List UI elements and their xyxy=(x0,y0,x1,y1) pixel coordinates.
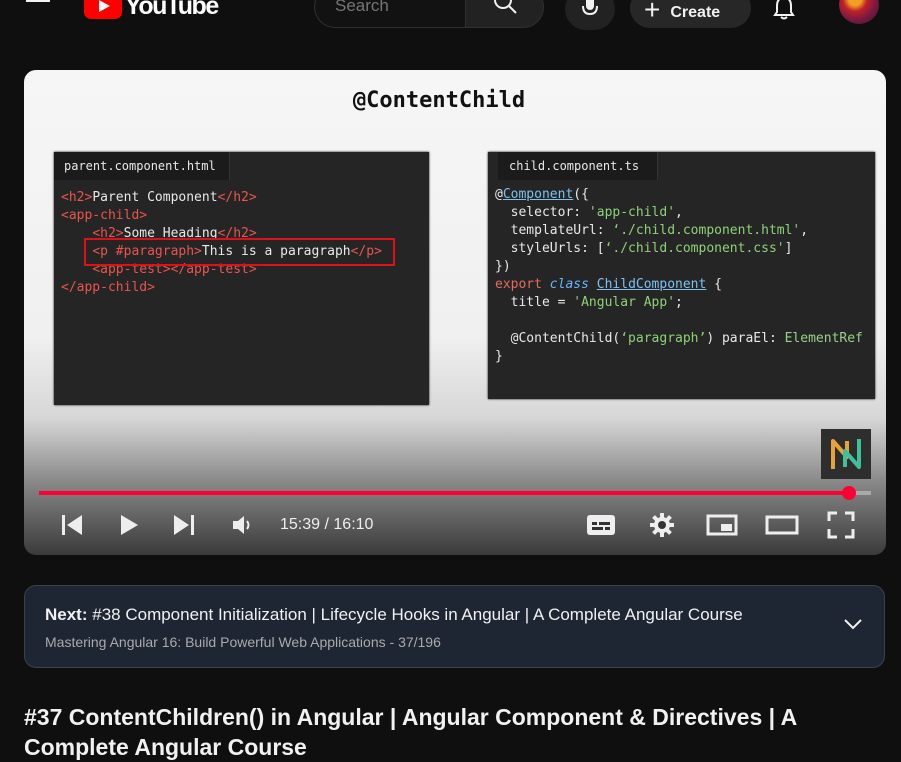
volume-icon[interactable] xyxy=(227,507,257,543)
theater-mode-icon[interactable] xyxy=(764,507,800,543)
next-icon[interactable] xyxy=(168,507,200,543)
miniplayer-icon[interactable] xyxy=(704,507,740,543)
slide-title: @ContentChild xyxy=(352,88,526,113)
settings-gear-icon[interactable] xyxy=(645,507,679,543)
child-code-panel: child.component.ts @Component({ selector… xyxy=(488,152,875,399)
parent-code-panel: parent.component.html <h2>Parent Compone… xyxy=(54,152,429,405)
top-bar: YouTube + Create xyxy=(0,0,901,30)
previous-icon[interactable] xyxy=(56,507,88,543)
progress-bar[interactable] xyxy=(39,486,871,500)
create-label: Create xyxy=(670,4,721,21)
logo-text: YouTube xyxy=(125,0,219,20)
voice-search-button[interactable] xyxy=(565,0,615,30)
fullscreen-icon[interactable] xyxy=(824,507,858,543)
plus-icon: + xyxy=(644,0,661,25)
time-display: 15:39 / 16:10 xyxy=(280,516,373,534)
current-time: 15:39 xyxy=(280,516,321,533)
hamburger-menu-icon[interactable] xyxy=(26,0,52,16)
scrubber-handle[interactable] xyxy=(841,486,856,500)
playlist-separator: - xyxy=(385,634,399,650)
player-controls: 15:39 / 16:10 xyxy=(24,507,886,543)
search-box[interactable] xyxy=(314,0,465,28)
highlight-box xyxy=(84,238,395,266)
youtube-logo[interactable]: YouTube xyxy=(84,0,219,20)
child-code: @Component({ selector: 'app-child', temp… xyxy=(495,187,863,364)
up-next-card[interactable]: Next: #38 Component Initialization | Lif… xyxy=(24,585,885,668)
subtitles-icon[interactable] xyxy=(584,507,618,543)
search-button[interactable] xyxy=(465,0,544,28)
youtube-play-icon xyxy=(84,0,122,19)
playlist-name[interactable]: Mastering Angular 16: Build Powerful Web… xyxy=(45,634,386,650)
playlist-info: Mastering Angular 16: Build Powerful Web… xyxy=(45,634,441,650)
channel-watermark-logo[interactable] xyxy=(821,429,871,479)
notifications-bell-icon[interactable] xyxy=(772,0,796,25)
video-title: #37 ContentChildren() in Angular | Angul… xyxy=(24,704,797,760)
search-input[interactable] xyxy=(333,0,457,17)
time-separator: / xyxy=(320,516,334,533)
channel-logo-icon xyxy=(831,439,861,469)
avatar[interactable] xyxy=(839,0,879,24)
video-player[interactable]: @ContentChild parent.component.html <h2>… xyxy=(24,70,886,555)
next-video-line[interactable]: Next: #38 Component Initialization | Lif… xyxy=(45,605,743,625)
duration: 16:10 xyxy=(333,516,374,533)
play-icon[interactable] xyxy=(113,507,145,543)
search-icon xyxy=(494,0,517,14)
progress-played xyxy=(39,491,849,495)
expand-chevron-down-icon[interactable] xyxy=(843,617,863,636)
create-button[interactable]: + Create xyxy=(630,0,751,28)
microphone-icon xyxy=(582,0,598,16)
child-file-tab: child.component.ts xyxy=(498,152,659,180)
next-video-title[interactable]: #38 Component Initialization | Lifecycle… xyxy=(92,605,742,624)
parent-file-tab: parent.component.html xyxy=(54,152,230,180)
playlist-position: 37/196 xyxy=(398,634,441,650)
next-label: Next: xyxy=(45,605,88,624)
